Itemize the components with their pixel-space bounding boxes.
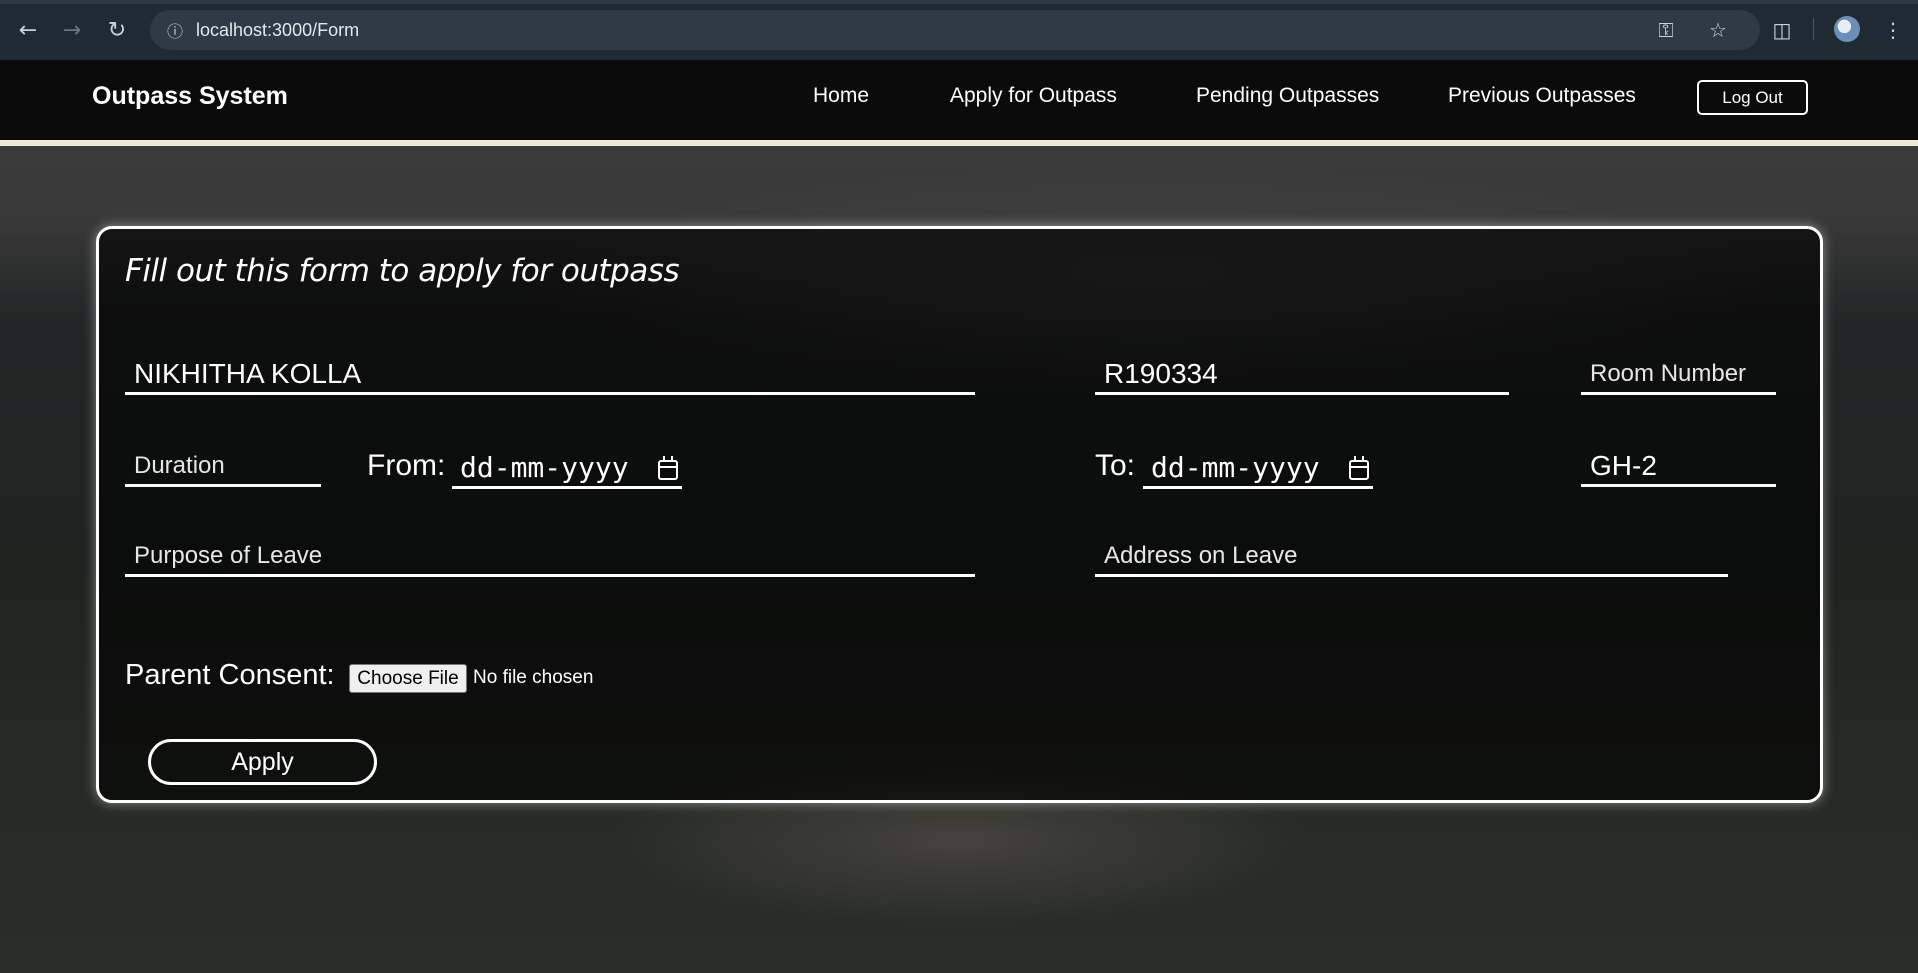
form-title: Fill out this form to apply for outpass bbox=[125, 253, 680, 289]
from-date-value: dd-mm-yyyy bbox=[460, 451, 629, 484]
nav-home[interactable]: Home bbox=[813, 84, 869, 108]
room-number-placeholder: Room Number bbox=[1590, 360, 1747, 387]
toolbar-divider bbox=[1813, 18, 1814, 40]
room-number-field[interactable]: Room Number bbox=[1581, 355, 1776, 395]
apply-button[interactable]: Apply bbox=[148, 739, 377, 785]
file-status: No file chosen bbox=[473, 667, 594, 688]
id-value: R190334 bbox=[1104, 358, 1218, 389]
address-placeholder: Address on Leave bbox=[1104, 542, 1298, 569]
site-info-icon[interactable]: ⓘ bbox=[164, 19, 186, 41]
logout-button[interactable]: Log Out bbox=[1697, 80, 1808, 115]
page: Outpass System Home Apply for Outpass Pe… bbox=[0, 60, 1918, 973]
address-field[interactable]: Address on Leave bbox=[1095, 537, 1728, 577]
to-label: To: bbox=[1095, 449, 1136, 482]
brand-title[interactable]: Outpass System bbox=[92, 82, 288, 111]
star-icon[interactable]: ☆ bbox=[1706, 18, 1730, 42]
purpose-field[interactable]: Purpose of Leave bbox=[125, 537, 975, 577]
hostel-field[interactable]: GH-2 bbox=[1581, 447, 1776, 487]
kebab-menu-icon[interactable]: ⋮ bbox=[1877, 14, 1909, 46]
browser-toolbar: ← → ↻ ⓘ localhost:3000/Form ⚿ ☆ ◫ ⋮ bbox=[0, 0, 1918, 60]
url-text[interactable]: localhost:3000/Form bbox=[196, 20, 359, 41]
back-arrow-icon[interactable]: ← bbox=[12, 14, 44, 46]
tab-strip bbox=[0, 0, 1918, 4]
calendar-icon[interactable] bbox=[658, 456, 678, 480]
reload-icon[interactable]: ↻ bbox=[101, 14, 133, 46]
name-field[interactable]: NIKHITHA KOLLA bbox=[125, 355, 975, 395]
nav-previous-outpasses[interactable]: Previous Outpasses bbox=[1448, 84, 1636, 108]
duration-field[interactable]: Duration bbox=[125, 447, 321, 487]
to-date-value: dd-mm-yyyy bbox=[1151, 451, 1320, 484]
parent-consent-label: Parent Consent: bbox=[125, 659, 335, 691]
key-icon[interactable]: ⚿ bbox=[1654, 18, 1678, 42]
duration-placeholder: Duration bbox=[134, 452, 225, 479]
navbar-divider bbox=[0, 140, 1918, 146]
purpose-placeholder: Purpose of Leave bbox=[134, 542, 323, 569]
forward-arrow-icon[interactable]: → bbox=[56, 14, 88, 46]
hostel-value: GH-2 bbox=[1590, 450, 1657, 481]
nav-pending-outpasses[interactable]: Pending Outpasses bbox=[1196, 84, 1379, 108]
from-date-input[interactable]: dd-mm-yyyy bbox=[452, 447, 682, 489]
name-value: NIKHITHA KOLLA bbox=[134, 358, 362, 389]
outpass-form-card: Fill out this form to apply for outpass … bbox=[96, 226, 1823, 803]
address-bar[interactable]: ⓘ localhost:3000/Form ⚿ ☆ bbox=[150, 10, 1760, 50]
choose-file-button[interactable]: Choose File bbox=[349, 664, 467, 693]
puzzle-icon[interactable]: ◫ bbox=[1766, 14, 1798, 46]
calendar-icon[interactable] bbox=[1349, 456, 1369, 480]
navbar: Outpass System Home Apply for Outpass Pe… bbox=[0, 60, 1918, 146]
from-label: From: bbox=[367, 449, 446, 482]
id-field[interactable]: R190334 bbox=[1095, 355, 1509, 395]
avatar[interactable] bbox=[1834, 16, 1860, 42]
to-date-input[interactable]: dd-mm-yyyy bbox=[1143, 447, 1373, 489]
nav-apply-outpass[interactable]: Apply for Outpass bbox=[950, 84, 1117, 108]
